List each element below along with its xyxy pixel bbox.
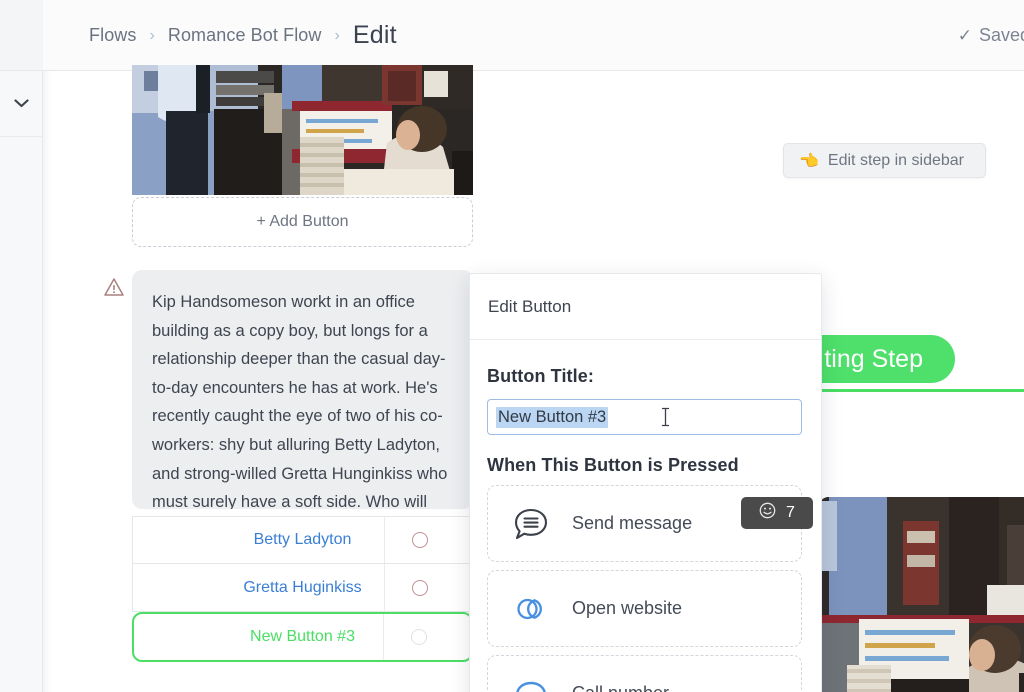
link-chain-icon bbox=[512, 590, 550, 628]
breadcrumb-separator: › bbox=[149, 26, 155, 44]
message-button-label: New Button #3 bbox=[250, 628, 355, 645]
row-divider bbox=[384, 564, 385, 611]
edit-step-tooltip[interactable]: 👈 Edit step in sidebar bbox=[783, 143, 986, 178]
edit-button-panel[interactable]: Edit Button Button Title: New Button #3 bbox=[469, 273, 822, 692]
button-target-handle[interactable] bbox=[412, 579, 428, 596]
emoji-picker-badge[interactable]: 7 bbox=[741, 497, 813, 529]
button-title-value: New Button #3 bbox=[496, 406, 609, 428]
row-divider bbox=[383, 614, 384, 660]
add-button-action[interactable]: + Add Button bbox=[132, 197, 473, 247]
action-option-call-number[interactable]: Call number bbox=[487, 655, 802, 692]
rail-header bbox=[0, 0, 43, 71]
action-option-open-website[interactable]: Open website bbox=[487, 570, 802, 647]
breadcrumb-item-flows[interactable]: Flows bbox=[89, 25, 137, 46]
breadcrumb-item-edit: Edit bbox=[352, 21, 397, 49]
add-button-label: + Add Button bbox=[256, 213, 349, 230]
left-sidebar-rail bbox=[0, 0, 43, 692]
existing-step-label: ting Step bbox=[824, 344, 923, 373]
step-gif-thumbnail bbox=[819, 497, 1024, 692]
breadcrumb: Flows › Romance Bot Flow › Edit bbox=[89, 0, 397, 71]
row-divider bbox=[384, 517, 385, 563]
message-step-card[interactable]: + Add Button Kip Handsomeson workt in an… bbox=[89, 65, 516, 692]
app-root: Flows › Romance Bot Flow › Edit ✓ Saved … bbox=[0, 0, 1024, 692]
text-cursor-icon bbox=[661, 407, 670, 427]
button-title-label: Button Title: bbox=[487, 366, 594, 386]
message-text-bubble[interactable]: Kip Handsomeson workt in an office build… bbox=[132, 270, 473, 509]
edit-button-panel-body: Button Title: New Button #3 7 When This … bbox=[470, 340, 821, 692]
message-text: Kip Handsomeson workt in an office build… bbox=[152, 293, 448, 509]
message-buttons-list: Betty Ladyton Gretta Huginkiss New Butto… bbox=[132, 516, 473, 662]
button-target-handle[interactable] bbox=[411, 629, 427, 645]
flow-canvas[interactable]: ting Step 👈 Edit step in sidebar + Add B… bbox=[43, 65, 1024, 692]
message-button-label: Betty Ladyton bbox=[253, 531, 352, 548]
message-button-row-selected[interactable]: New Button #3 bbox=[132, 612, 473, 662]
sidebar-collapse-button[interactable] bbox=[0, 71, 43, 137]
action-option-label: Open website bbox=[572, 598, 683, 618]
canvas-edge-shadow bbox=[43, 71, 51, 692]
message-button-label: Gretta Huginkiss bbox=[243, 578, 362, 596]
edit-button-panel-title: Edit Button bbox=[470, 274, 821, 340]
message-gif-thumbnail bbox=[132, 65, 473, 195]
panel-title-text: Edit Button bbox=[488, 296, 572, 316]
warning-triangle-icon[interactable] bbox=[103, 276, 125, 298]
breadcrumb-separator: › bbox=[334, 26, 340, 44]
smiley-icon bbox=[759, 502, 776, 524]
speech-bubble-icon bbox=[512, 505, 550, 543]
saved-label: Saved bbox=[978, 25, 1024, 45]
button-target-handle[interactable] bbox=[412, 532, 428, 548]
message-button-row[interactable]: Gretta Huginkiss bbox=[132, 564, 473, 612]
breadcrumb-item-flow-name[interactable]: Romance Bot Flow bbox=[168, 25, 322, 46]
check-icon: ✓ bbox=[957, 25, 972, 45]
saved-status: ✓ Saved bbox=[958, 0, 1024, 71]
edit-step-tooltip-label: Edit step in sidebar bbox=[827, 151, 964, 169]
top-bar: Flows › Romance Bot Flow › Edit ✓ Saved bbox=[43, 0, 1024, 71]
phone-handset-icon bbox=[512, 675, 550, 692]
action-option-label: Send message bbox=[572, 513, 693, 533]
pointing-hand-icon: 👈 bbox=[799, 152, 819, 170]
action-option-label: Call number bbox=[572, 683, 669, 692]
message-button-row[interactable]: Betty Ladyton bbox=[132, 516, 473, 564]
button-title-input[interactable]: New Button #3 bbox=[487, 399, 802, 435]
emoji-badge-count: 7 bbox=[786, 504, 795, 521]
when-pressed-heading: When This Button is Pressed bbox=[487, 455, 739, 475]
chevron-down-icon bbox=[14, 99, 29, 108]
